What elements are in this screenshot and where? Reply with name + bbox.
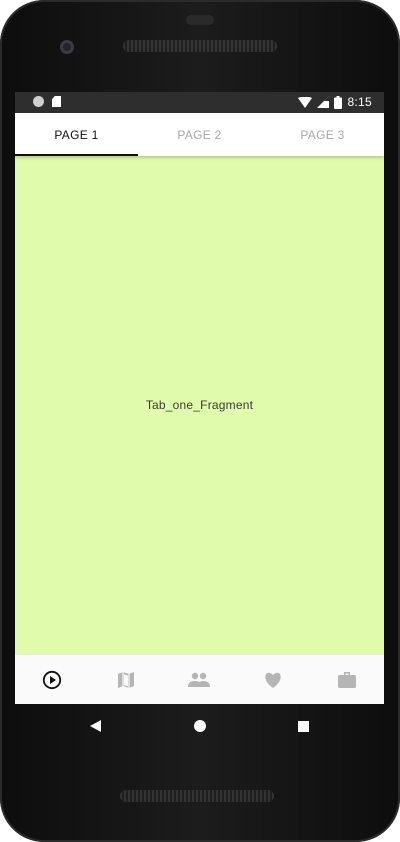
front-camera	[60, 40, 74, 54]
top-speaker-grille	[123, 40, 277, 52]
tab-bar: PAGE 1 PAGE 2 PAGE 3	[15, 113, 384, 156]
bottom-navigation	[15, 654, 384, 704]
system-navigation-bar	[15, 704, 384, 748]
recents-icon	[298, 720, 309, 732]
home-button[interactable]	[148, 720, 252, 732]
bottom-nav-item-briefcase[interactable]	[310, 655, 384, 704]
bottom-nav-item-heart[interactable]	[236, 655, 310, 704]
briefcase-icon	[338, 672, 357, 688]
battery-icon	[334, 95, 343, 109]
people-icon	[188, 672, 211, 687]
bottom-nav-item-people[interactable]	[163, 655, 237, 704]
wifi-icon	[298, 96, 313, 108]
tab-page-3[interactable]: PAGE 3	[261, 113, 384, 156]
status-bar: 8:15	[15, 92, 384, 113]
play-circle-icon	[42, 670, 61, 690]
app-screen: 8:15 PAGE 1 PAGE 2 PAGE 3 Tab_one_Fragme…	[15, 92, 384, 704]
sd-card-icon	[52, 96, 61, 107]
phone-frame: 8:15 PAGE 1 PAGE 2 PAGE 3 Tab_one_Fragme…	[0, 0, 400, 842]
back-icon	[89, 720, 101, 732]
bottom-nav-item-map[interactable]	[89, 655, 163, 704]
cell-signal-icon	[317, 96, 330, 108]
home-icon	[193, 720, 206, 732]
heart-icon	[265, 672, 281, 688]
bottom-speaker-grille	[120, 790, 274, 802]
fragment-label: Tab_one_Fragment	[145, 398, 254, 412]
tab-page-1[interactable]: PAGE 1	[15, 113, 138, 156]
notification-dot-icon	[33, 96, 44, 107]
status-time: 8:15	[347, 95, 372, 109]
back-button[interactable]	[44, 720, 148, 732]
earpiece	[186, 15, 214, 25]
tab-page-2[interactable]: PAGE 2	[138, 113, 261, 156]
map-icon	[117, 672, 134, 688]
bottom-nav-item-play[interactable]	[15, 655, 89, 704]
recents-button[interactable]	[252, 720, 356, 732]
